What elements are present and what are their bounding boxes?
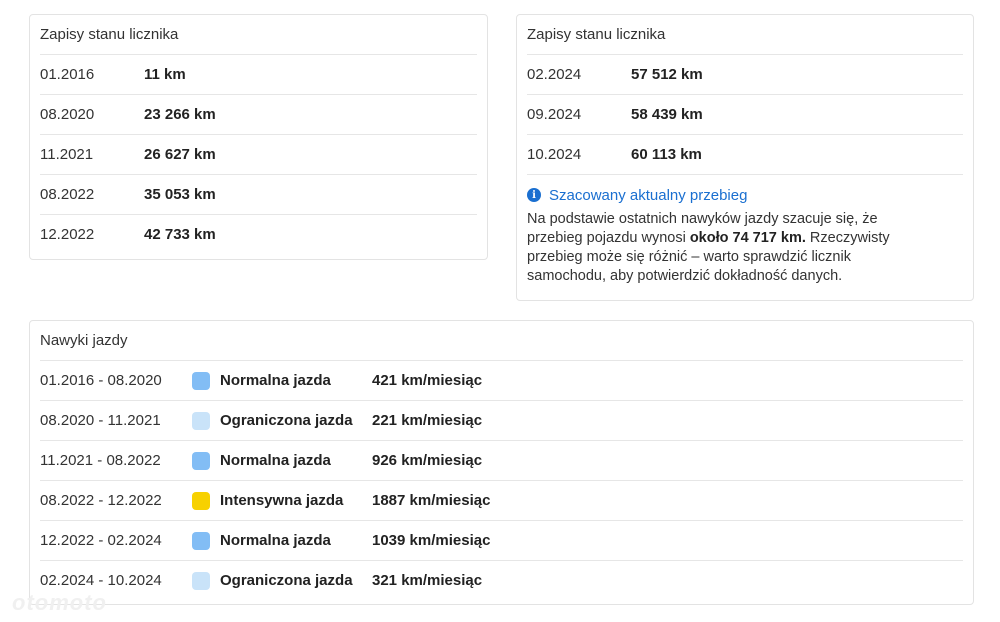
habit-type: Ograniczona jazda [220,572,353,589]
table-row: 12.2022 - 02.2024 Normalna jazda 1039 km… [40,520,963,560]
record-date: 12.2022 [40,226,95,243]
habit-type: Intensywna jazda [220,492,344,509]
habit-color-swatch [192,491,210,510]
habit-period: 02.2024 - 10.2024 [40,572,162,589]
record-date: 11.2021 [40,146,94,163]
table-row: 01.2016 - 08.2020 Normalna jazda 421 km/… [40,360,963,400]
record-date: 02.2024 [527,66,582,83]
odometer-records-card-right: Zapisy stanu licznika 02.2024 57 512 km … [516,14,974,301]
list-item: 09.2024 58 439 km [527,94,963,134]
habit-rate: 421 km/miesiąc [372,372,483,389]
habit-rate: 221 km/miesiąc [372,412,483,429]
record-date: 01.2016 [40,66,95,83]
habit-type: Normalna jazda [220,532,331,549]
record-date: 09.2024 [527,106,582,123]
record-value: 42 733 km [144,226,216,243]
record-value: 60 113 km [631,146,702,163]
list-item: 08.2020 23 266 km [40,94,477,134]
habit-type: Ograniczona jazda [220,412,353,429]
list-item: 10.2024 60 113 km [527,134,963,174]
estimate-notice: i Szacowany aktualny przebieg Na podstaw… [527,174,963,286]
habit-period: 08.2020 - 11.2021 [40,412,161,429]
record-value: 35 053 km [144,186,216,203]
list-item: 01.2016 11 km [40,54,477,94]
habit-rate: 321 km/miesiąc [372,572,483,589]
record-date: 10.2024 [527,146,582,163]
table-row: 08.2022 - 12.2022 Intensywna jazda 1887 … [40,480,963,520]
card-title: Nawyki jazdy [40,332,128,349]
record-value: 58 439 km [631,106,703,123]
record-value: 11 km [144,66,186,83]
estimate-heading-row: i Szacowany aktualny przebieg [527,185,953,205]
habit-color-swatch [192,571,210,590]
habit-color-swatch [192,451,210,470]
habit-color-swatch [192,531,210,550]
list-item: 11.2021 26 627 km [40,134,477,174]
estimate-value: około 74 717 km. [689,230,806,246]
info-icon: i [527,188,541,202]
estimate-text: Na podstawie ostatnich nawyków jazdy sza… [527,210,927,286]
card-title: Zapisy stanu licznika [40,26,179,43]
list-item: 02.2024 57 512 km [527,54,963,94]
record-date: 08.2020 [40,106,95,123]
habit-period: 11.2021 - 08.2022 [40,452,161,469]
habit-rate: 1039 km/miesiąc [372,532,491,549]
habit-period: 08.2022 - 12.2022 [40,492,162,509]
habit-type: Normalna jazda [220,372,331,389]
habit-period: 12.2022 - 02.2024 [40,532,162,549]
list-item: 08.2022 35 053 km [40,174,477,214]
driving-habits-card: Nawyki jazdy 01.2016 - 08.2020 Normalna … [29,320,974,605]
odometer-records-card-left: Zapisy stanu licznika 01.2016 11 km 08.2… [29,14,488,260]
record-date: 08.2022 [40,186,95,203]
list-item: 12.2022 42 733 km [40,214,477,254]
habit-rate: 926 km/miesiąc [372,452,483,469]
table-row: 11.2021 - 08.2022 Normalna jazda 926 km/… [40,440,963,480]
habit-color-swatch [192,371,210,390]
habit-period: 01.2016 - 08.2020 [40,372,162,389]
record-value: 57 512 km [631,66,703,83]
habit-color-swatch [192,411,210,430]
record-value: 26 627 km [144,146,216,163]
table-row: 08.2020 - 11.2021 Ograniczona jazda 221 … [40,400,963,440]
watermark-logo: otomoto [12,590,107,615]
habit-type: Normalna jazda [220,452,331,469]
habit-rate: 1887 km/miesiąc [372,492,491,509]
card-title: Zapisy stanu licznika [527,26,666,43]
estimate-heading: Szacowany aktualny przebieg [549,186,748,204]
table-row: 02.2024 - 10.2024 Ograniczona jazda 321 … [40,560,963,600]
record-value: 23 266 km [144,106,216,123]
